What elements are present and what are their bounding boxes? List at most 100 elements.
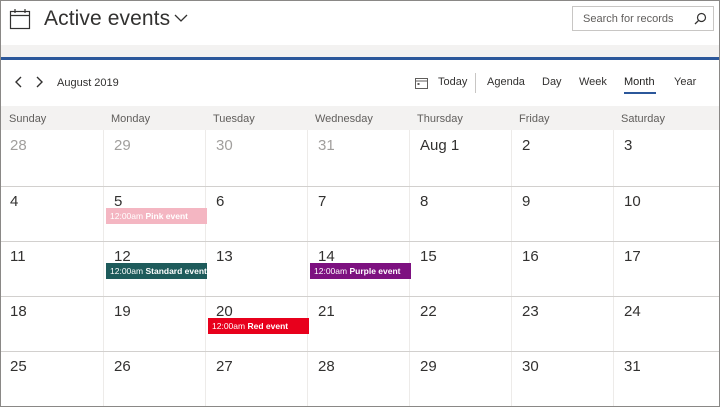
day-number: 19 xyxy=(114,303,131,320)
day-cell[interactable]: 16 xyxy=(511,241,613,296)
day-number: 28 xyxy=(318,358,335,375)
day-cell[interactable]: 28 xyxy=(307,351,409,406)
previous-month-button[interactable] xyxy=(11,74,27,90)
day-number: 7 xyxy=(318,193,327,210)
day-number: 18 xyxy=(10,303,27,320)
event-time: 12:00am xyxy=(212,321,246,331)
active-tab-indicator xyxy=(624,92,656,94)
day-cell[interactable]: 10 xyxy=(613,186,715,241)
day-cell[interactable]: 2 xyxy=(511,130,613,186)
day-number: 2 xyxy=(522,137,531,154)
day-number: 10 xyxy=(624,193,641,210)
header-band xyxy=(1,45,719,57)
day-cell[interactable]: 24 xyxy=(613,296,715,351)
calendar-icon xyxy=(9,8,31,30)
tab-day[interactable]: Day xyxy=(542,76,562,88)
event-title: Purple event xyxy=(349,266,401,276)
view-selector-chevron-down-icon[interactable] xyxy=(173,10,189,26)
day-cell[interactable]: 17 xyxy=(613,241,715,296)
current-month-label: August 2019 xyxy=(57,77,119,89)
day-number: 23 xyxy=(522,303,539,320)
day-cell[interactable]: 13 xyxy=(205,241,307,296)
weekday-label: Friday xyxy=(519,113,550,125)
event-title: Red event xyxy=(247,321,289,331)
day-cell[interactable]: 11 xyxy=(1,241,103,296)
day-cell[interactable]: 6 xyxy=(205,186,307,241)
day-cell[interactable]: 3 xyxy=(613,130,715,186)
day-cell[interactable]: 27 xyxy=(205,351,307,406)
day-cell[interactable]: 28 xyxy=(1,130,103,186)
calendar-toolbar: August 2019 Today Agenda Day Week Month … xyxy=(1,60,719,106)
day-number: 9 xyxy=(522,193,531,210)
day-number: 8 xyxy=(420,193,429,210)
day-cell[interactable]: 23 xyxy=(511,296,613,351)
day-number: 31 xyxy=(624,358,641,375)
search-input[interactable] xyxy=(573,7,691,30)
day-number: 13 xyxy=(216,248,233,265)
day-number: 4 xyxy=(10,193,19,210)
tab-agenda[interactable]: Agenda xyxy=(487,76,525,88)
day-number: 16 xyxy=(522,248,539,265)
weekday-label: Tuesday xyxy=(213,113,255,125)
day-cell[interactable]: 31 xyxy=(307,130,409,186)
calendar-event[interactable]: 12:00am Pink event xyxy=(106,208,207,224)
weekday-label: Wednesday xyxy=(315,113,373,125)
day-number: 21 xyxy=(318,303,335,320)
day-cell[interactable]: 19 xyxy=(103,296,205,351)
tab-month[interactable]: Month xyxy=(624,76,655,88)
day-number: 25 xyxy=(10,358,27,375)
day-cell[interactable]: 18 xyxy=(1,296,103,351)
calendar-event[interactable]: 12:00am Red event xyxy=(208,318,309,334)
day-number: 22 xyxy=(420,303,437,320)
calendar-event[interactable]: 12:00am Purple event xyxy=(310,263,411,279)
tab-week[interactable]: Week xyxy=(579,76,607,88)
day-number: 15 xyxy=(420,248,437,265)
day-cell[interactable]: 22 xyxy=(409,296,511,351)
day-number: 30 xyxy=(522,358,539,375)
day-cell[interactable]: 30 xyxy=(205,130,307,186)
day-number: 29 xyxy=(114,137,131,154)
day-number: 28 xyxy=(10,137,27,154)
weekday-header: Sunday Monday Tuesday Wednesday Thursday Frid… xyxy=(1,106,719,130)
event-title: Pink event xyxy=(145,211,188,221)
event-time: 12:00am xyxy=(110,211,144,221)
day-number: 26 xyxy=(114,358,131,375)
day-number: 6 xyxy=(216,193,225,210)
today-button[interactable]: Today xyxy=(438,76,467,88)
day-number: 29 xyxy=(420,358,437,375)
app-header: Active events xyxy=(1,1,719,45)
weekday-label: Saturday xyxy=(621,113,666,125)
calendar-event[interactable]: 12:00am Standard event xyxy=(106,263,207,279)
month-grid: 28 29 30 31 Aug 1 2 3 4 5 6 7 8 9 10 11 12 13 14 15 16 17 18 1… xyxy=(1,130,719,406)
page-title: Active events xyxy=(44,7,171,30)
day-cell[interactable]: 29 xyxy=(103,130,205,186)
next-month-button[interactable] xyxy=(31,74,47,90)
day-number: Aug 1 xyxy=(420,137,460,154)
day-number: 31 xyxy=(318,137,335,154)
day-number: 17 xyxy=(624,248,641,265)
day-cell[interactable]: 15 xyxy=(409,241,511,296)
day-cell[interactable]: Aug 1 xyxy=(409,130,511,186)
weekday-label: Thursday xyxy=(417,113,463,125)
day-cell[interactable]: 9 xyxy=(511,186,613,241)
day-number: 11 xyxy=(10,248,26,265)
event-title: Standard event xyxy=(145,266,207,276)
tab-year[interactable]: Year xyxy=(674,76,696,88)
day-cell[interactable]: 8 xyxy=(409,186,511,241)
day-cell[interactable]: 30 xyxy=(511,351,613,406)
weekday-label: Sunday xyxy=(9,113,47,125)
search-box xyxy=(572,6,714,31)
day-cell[interactable]: 26 xyxy=(103,351,205,406)
day-cell[interactable]: 21 xyxy=(307,296,409,351)
event-time: 12:00am xyxy=(110,266,144,276)
day-cell[interactable]: 7 xyxy=(307,186,409,241)
today-calendar-icon[interactable] xyxy=(415,76,428,89)
day-cell[interactable]: 25 xyxy=(1,351,103,406)
day-number: 30 xyxy=(216,137,233,154)
search-icon[interactable] xyxy=(694,12,707,25)
day-cell[interactable]: 4 xyxy=(1,186,103,241)
day-cell[interactable]: 31 xyxy=(613,351,715,406)
day-number: 3 xyxy=(624,137,633,154)
day-cell[interactable]: 29 xyxy=(409,351,511,406)
weekday-label: Monday xyxy=(111,113,151,125)
